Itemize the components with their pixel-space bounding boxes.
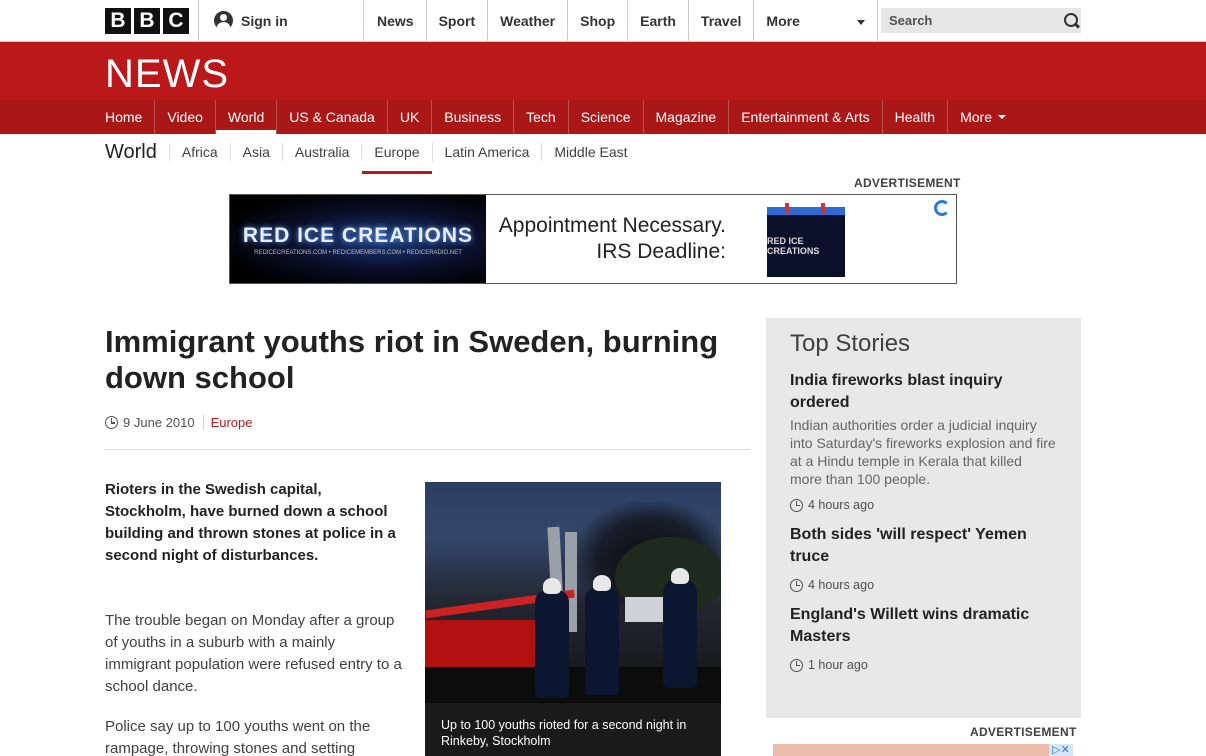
section-subnav: World Africa Asia Australia Europe Latin…: [105, 134, 640, 174]
article-category-link[interactable]: Europe: [202, 415, 253, 430]
calendar-icon: RED ICE CREATIONS: [767, 203, 845, 277]
sidebar-advertisement-label: ADVERTISEMENT: [970, 725, 1077, 739]
clock-icon: [790, 658, 803, 672]
sign-in-label: Sign in: [241, 12, 288, 29]
photo-caption: Up to 100 youths rioted for a second nig…: [425, 703, 721, 756]
bbc-logo[interactable]: B B C: [105, 8, 189, 34]
top-navigation: News Sport Weather Shop Earth Travel Mor…: [365, 0, 879, 41]
ad-brand-text: RED ICE CREATIONS: [242, 224, 474, 247]
article-photo: [425, 482, 721, 703]
top-story-title[interactable]: India fireworks blast inquiry ordered: [790, 370, 1057, 414]
topnav-weather[interactable]: Weather: [488, 0, 569, 41]
top-story-time: 4 hours ago: [790, 578, 1057, 592]
bbc-masthead: B B C Sign in News Sport Weather Shop Ea…: [0, 0, 1206, 42]
photo-police-officer: [585, 575, 619, 695]
advertisement-label: ADVERTISEMENT: [854, 176, 961, 190]
ad-brand-panel: RED ICE CREATIONS REDICECREATIONS.COM • …: [230, 195, 486, 283]
ad-message-line-1: Appointment Necessary.: [498, 214, 726, 237]
subnav-europe[interactable]: Europe: [361, 143, 432, 174]
top-story-time-text: 4 hours ago: [808, 498, 875, 512]
top-story-time-text: 1 hour ago: [808, 658, 868, 672]
top-story-time: 4 hours ago: [790, 498, 1057, 512]
photo-van: [625, 597, 665, 622]
topnav-shop[interactable]: Shop: [568, 0, 629, 41]
calendar-text: RED ICE CREATIONS: [767, 236, 820, 256]
sidebar-advertisement[interactable]: ▷✕: [773, 744, 1073, 756]
subnav-asia[interactable]: Asia: [229, 143, 282, 161]
newsnav-home[interactable]: Home: [93, 100, 156, 134]
topnav-news[interactable]: News: [365, 0, 427, 41]
logo-letter: C: [163, 8, 189, 34]
ad-message-line-2: IRS Deadline:: [596, 240, 726, 263]
chevron-down-icon: [857, 19, 866, 25]
newsnav-magazine[interactable]: Magazine: [644, 100, 730, 134]
clock-icon: [790, 498, 803, 512]
newsnav-us-canada[interactable]: US & Canada: [277, 100, 388, 134]
newsnav-uk[interactable]: UK: [388, 100, 433, 134]
photo-fire-truck: [425, 620, 535, 668]
search-icon[interactable]: [1064, 12, 1078, 29]
news-header: NEWS Home Video World US & Canada UK Bus…: [0, 42, 1206, 134]
refresh-icon[interactable]: [934, 200, 950, 216]
newsnav-tech[interactable]: Tech: [514, 100, 569, 134]
top-stories-panel: Top Stories India fireworks blast inquir…: [766, 318, 1081, 718]
newsnav-business[interactable]: Business: [432, 100, 515, 134]
subnav-africa[interactable]: Africa: [168, 143, 230, 161]
subnav-australia[interactable]: Australia: [281, 143, 361, 161]
ad-close-icon[interactable]: ▷✕: [1049, 744, 1073, 756]
topnav-sport[interactable]: Sport: [427, 0, 489, 41]
logo-letter: B: [134, 8, 160, 34]
photo-police-officer: [535, 578, 569, 698]
news-navigation: Home Video World US & Canada UK Business…: [0, 100, 1206, 134]
newsnav-video[interactable]: Video: [155, 100, 216, 134]
newsnav-more-label: More: [960, 109, 992, 125]
banner-advertisement[interactable]: RED ICE CREATIONS REDICECREATIONS.COM • …: [229, 194, 957, 284]
divider: [105, 449, 750, 450]
newsnav-more[interactable]: More: [948, 100, 1018, 134]
top-story-title[interactable]: Both sides 'will respect' Yemen truce: [790, 524, 1057, 568]
top-story-title[interactable]: England's Willett wins dramatic Masters: [790, 604, 1057, 648]
top-stories-heading: Top Stories: [790, 330, 911, 357]
article-lead: Rioters in the Swedish capital, Stockhol…: [105, 481, 396, 564]
topnav-more[interactable]: More: [754, 0, 879, 41]
search-input[interactable]: [889, 13, 1064, 28]
subnav-latin-america[interactable]: Latin America: [431, 143, 542, 161]
topnav-more-label: More: [766, 12, 800, 29]
newsnav-entertainment[interactable]: Entertainment & Arts: [729, 100, 883, 134]
newsnav-world[interactable]: World: [215, 100, 278, 134]
clock-icon: [790, 578, 803, 592]
topnav-travel[interactable]: Travel: [689, 0, 755, 41]
top-story-time-text: 4 hours ago: [808, 578, 875, 592]
article-headline: Immigrant youths riot in Sweden, burning…: [105, 324, 719, 395]
topnav-earth[interactable]: Earth: [628, 0, 689, 41]
newsnav-science[interactable]: Science: [569, 100, 644, 134]
section-title[interactable]: World: [105, 141, 157, 164]
newsnav-health[interactable]: Health: [883, 100, 949, 134]
article-paragraph: The trouble began on Monday after a grou…: [105, 612, 402, 695]
subnav-middle-east[interactable]: Middle East: [541, 143, 639, 161]
sign-in-button[interactable]: Sign in: [198, 0, 364, 41]
news-title[interactable]: NEWS: [105, 52, 229, 97]
user-icon: [214, 11, 233, 30]
article-paragraph: Police say up to 100 youths went on the …: [105, 718, 371, 756]
article-meta: 9 June 2010 Europe: [105, 415, 253, 430]
top-story-time: 1 hour ago: [790, 658, 1057, 672]
top-story-item: Both sides 'will respect' Yemen truce 4 …: [790, 524, 1057, 592]
clock-icon: [105, 416, 118, 429]
chevron-down-icon: [997, 115, 1006, 119]
ad-message: Appointment Necessary. IRS Deadline:: [486, 213, 726, 265]
top-story-item: England's Willett wins dramatic Masters …: [790, 604, 1057, 672]
logo-letter: B: [105, 8, 131, 34]
ad-brand-subtext: REDICECREATIONS.COM • REDICEMEMBERS.COM …: [254, 250, 462, 256]
top-story-summary: Indian authorities order a judicial inqu…: [790, 417, 1056, 487]
article-date: 9 June 2010: [123, 415, 195, 430]
photo-police-officer: [663, 568, 697, 688]
search-box: [881, 8, 1081, 33]
top-story-item: India fireworks blast inquiry ordered In…: [790, 370, 1057, 512]
